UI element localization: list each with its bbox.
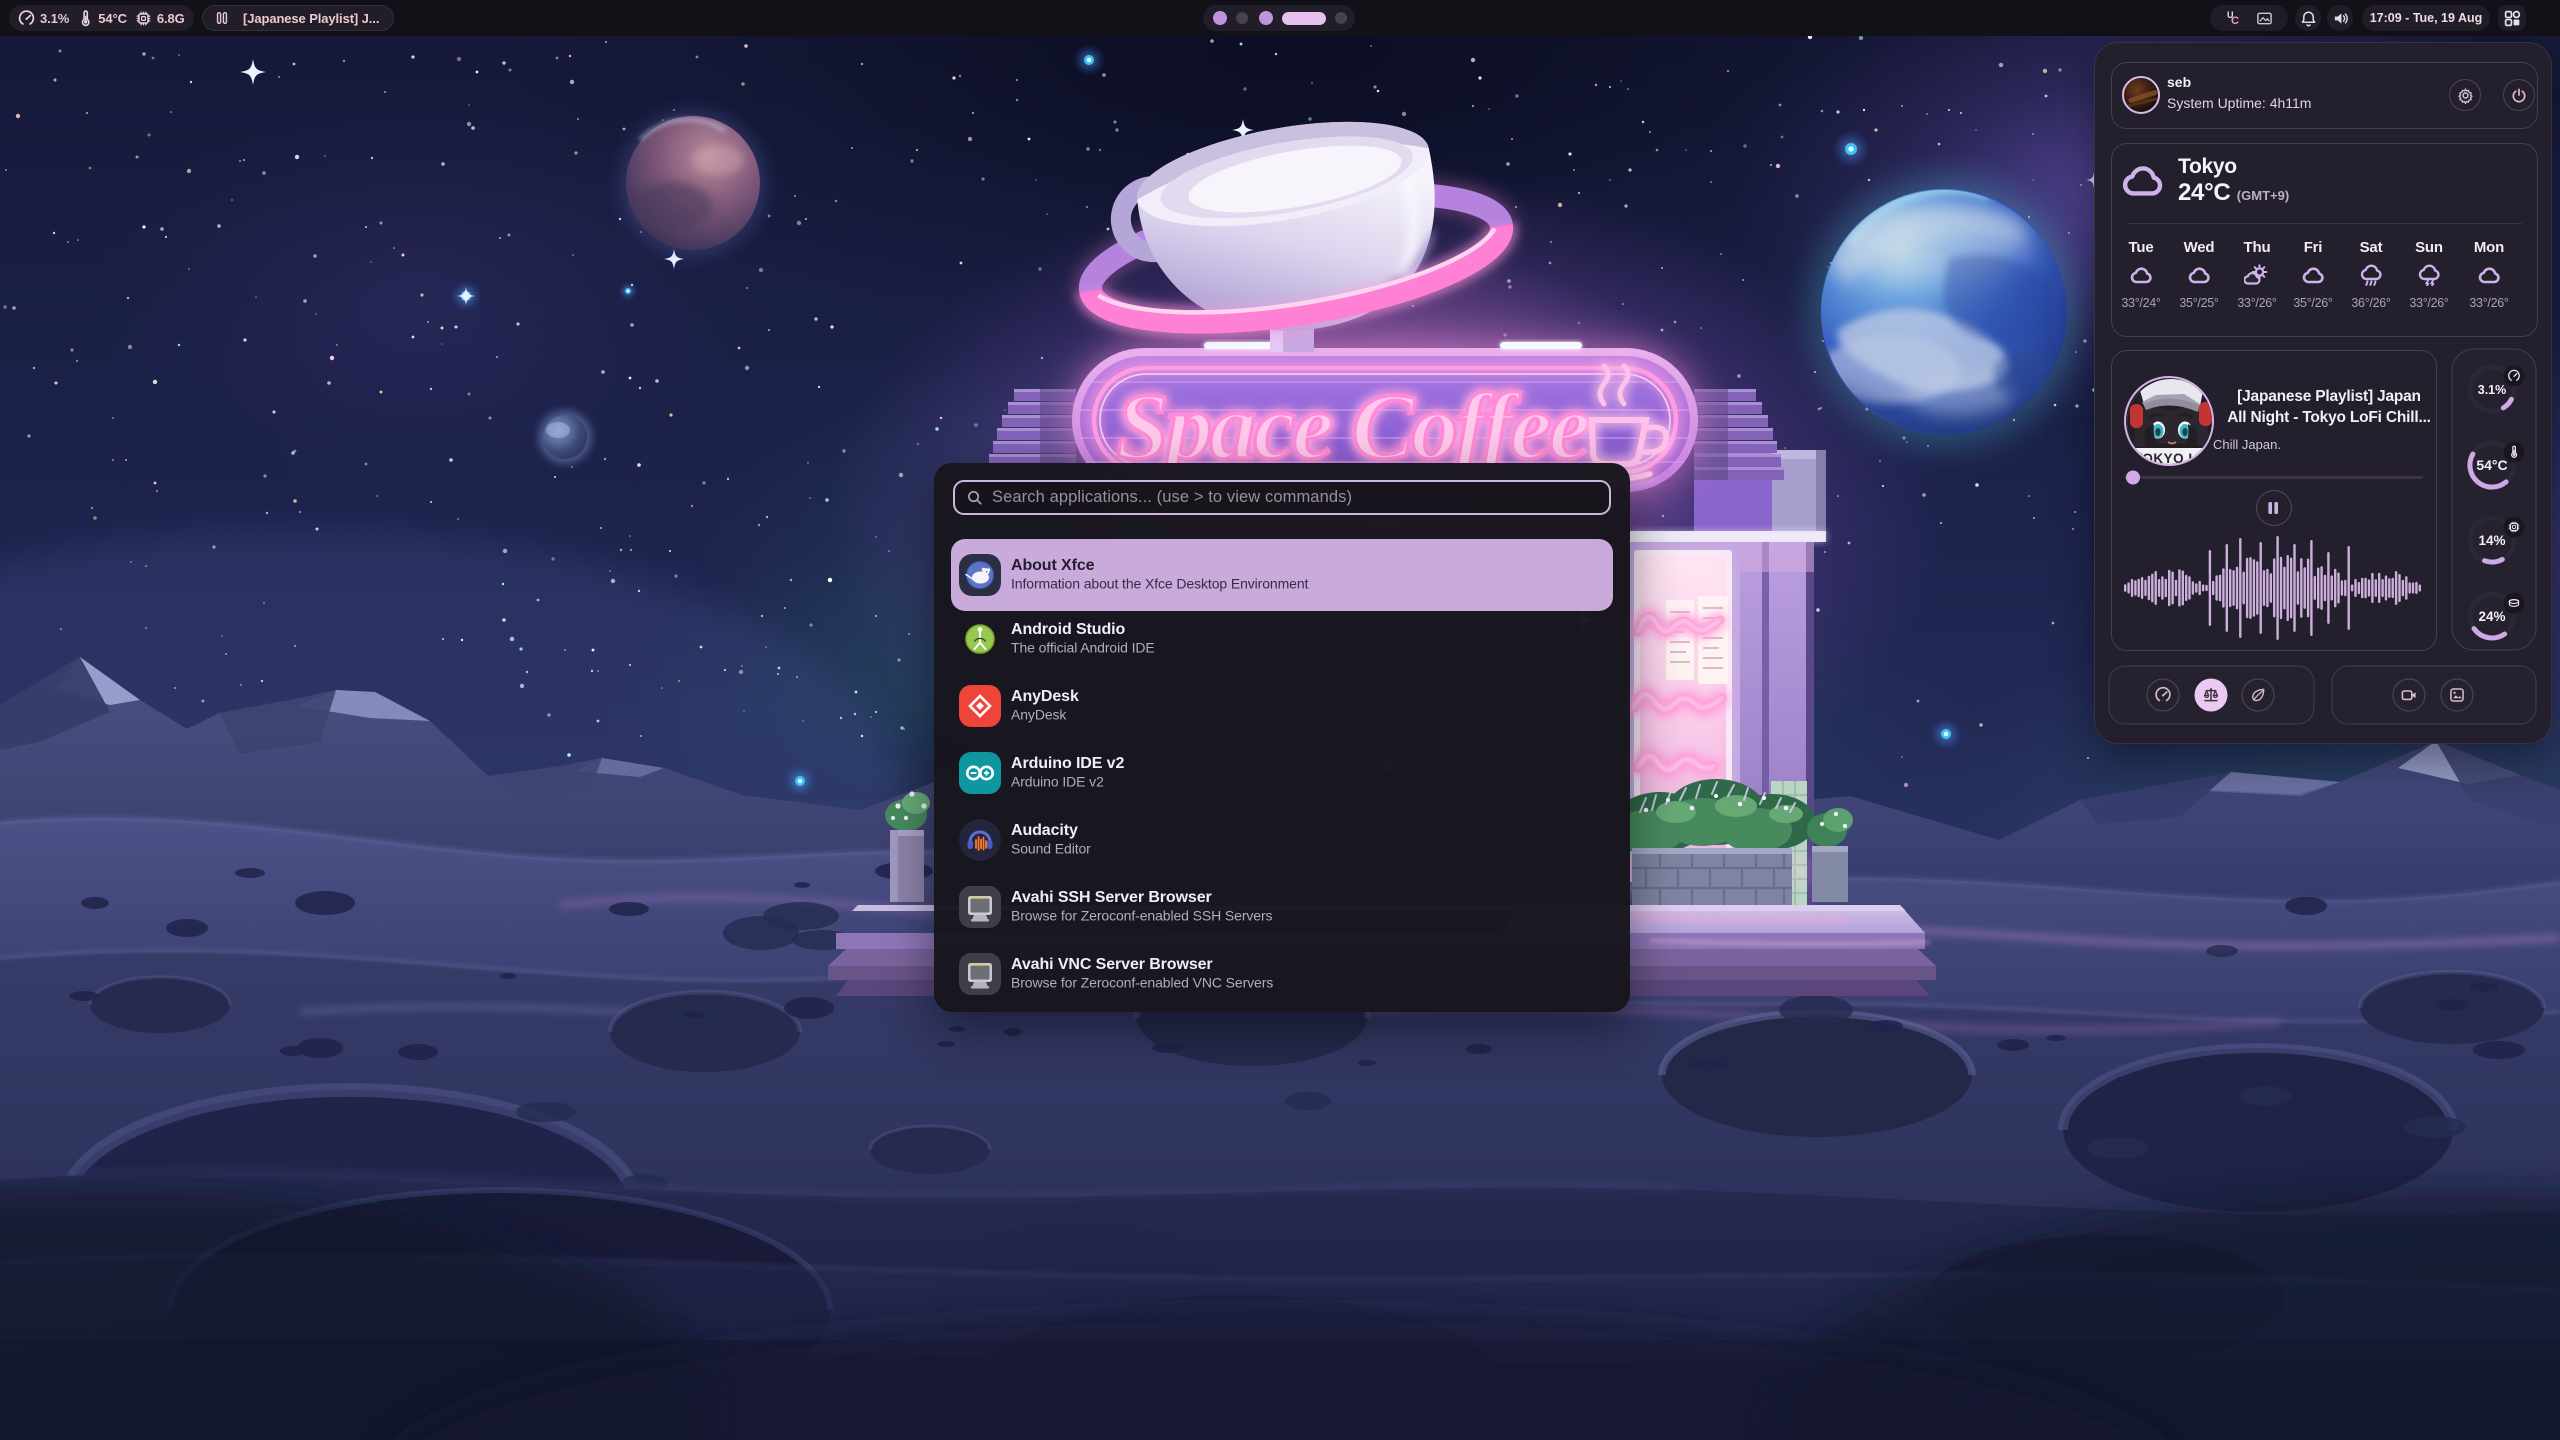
svg-text:C: C xyxy=(2231,15,2239,27)
